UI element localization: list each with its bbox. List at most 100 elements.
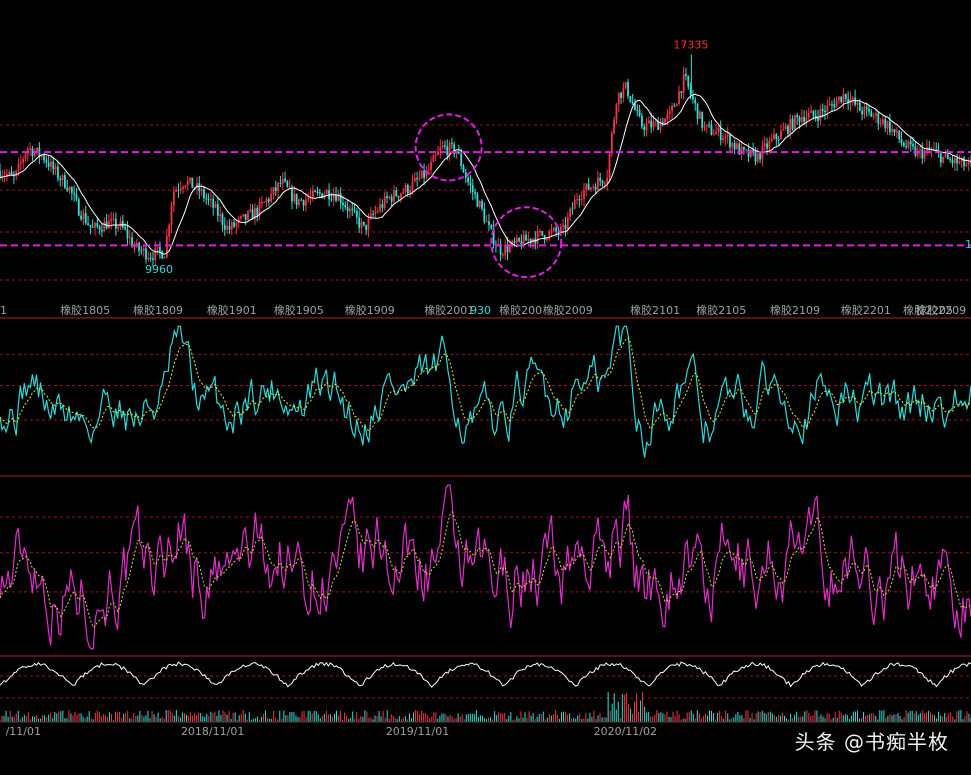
- candle-body: [780, 130, 782, 140]
- candle-body: [800, 117, 803, 122]
- candle-body: [52, 161, 55, 170]
- candle-body: [469, 182, 472, 186]
- candle-body: [773, 134, 775, 139]
- candle-body: [576, 199, 578, 201]
- candle-body: [587, 183, 590, 190]
- candle-body: [900, 139, 903, 143]
- x-axis-date-label: /11/01: [6, 725, 41, 738]
- candle-body: [821, 109, 824, 111]
- candle-body: [474, 192, 476, 195]
- candle-body: [119, 221, 122, 228]
- candle-body: [235, 223, 238, 227]
- candle-body: [508, 245, 511, 253]
- candle-body: [325, 190, 328, 194]
- candle-body: [372, 213, 375, 215]
- candle-body: [668, 111, 671, 114]
- candle-body: [536, 231, 539, 244]
- candle-body: [777, 138, 780, 140]
- candle-body: [256, 208, 259, 216]
- candle-body: [657, 121, 660, 130]
- candle-body: [223, 224, 226, 230]
- candle-body: [80, 215, 83, 220]
- candle-body: [513, 240, 516, 243]
- candle-body: [8, 171, 11, 175]
- candle-body: [362, 221, 365, 225]
- candle-body: [332, 195, 335, 200]
- candle-body: [177, 189, 180, 191]
- candle-body: [170, 205, 173, 225]
- candle-body: [694, 99, 697, 104]
- candle-body: [36, 147, 38, 152]
- candle-body: [833, 104, 836, 108]
- candle-body: [47, 162, 50, 167]
- candle-body: [22, 159, 25, 163]
- candle-body: [73, 192, 76, 195]
- candle-body: [907, 141, 910, 148]
- candle-body: [478, 201, 481, 207]
- candle-body: [824, 110, 826, 113]
- candle-body: [905, 146, 908, 148]
- candle-body: [388, 196, 391, 199]
- x-axis-date-label: 2020/11/02: [594, 725, 657, 738]
- candle-body: [868, 108, 870, 112]
- candle-body: [172, 191, 175, 206]
- candle-body: [57, 166, 59, 179]
- candle-body: [698, 111, 701, 119]
- contract-label: 橡胶2209: [916, 303, 966, 317]
- watermark: 头条 @书痴半枚: [794, 730, 949, 754]
- candle-body: [112, 218, 115, 220]
- contract-label: 橡胶1805: [60, 303, 110, 317]
- x-axis-date-label: 2019/11/01: [386, 725, 449, 738]
- candle-body: [161, 251, 164, 259]
- candle-body: [212, 199, 215, 208]
- candle-body: [10, 171, 13, 175]
- candle-body: [121, 221, 124, 227]
- candle-body: [467, 177, 470, 183]
- candle-body: [288, 186, 291, 188]
- candle-body: [504, 244, 507, 255]
- candle-body: [140, 250, 143, 252]
- candle-body: [483, 208, 486, 222]
- candle-body: [339, 193, 342, 203]
- candle-body: [226, 226, 229, 230]
- candle-body: [156, 247, 159, 249]
- candle-body: [165, 236, 168, 257]
- candle-body: [812, 110, 815, 116]
- candle-body: [406, 185, 409, 194]
- candle-body: [817, 117, 819, 121]
- candle-body: [471, 185, 474, 193]
- candle-body: [592, 186, 595, 188]
- candle-body: [606, 177, 609, 184]
- candle-body: [627, 82, 629, 97]
- candle-body: [583, 190, 585, 199]
- candle-body: [724, 136, 727, 138]
- candle-body: [485, 221, 488, 223]
- candle-body: [858, 102, 861, 111]
- candle-body: [891, 128, 894, 132]
- candle-body: [263, 201, 266, 203]
- candle-body: [803, 117, 806, 122]
- candle-body: [580, 198, 583, 200]
- candle-body: [863, 106, 866, 115]
- candle-body: [828, 104, 831, 106]
- contract-label: 橡胶1809: [133, 303, 183, 317]
- candle-body: [963, 157, 965, 167]
- candle-body: [631, 101, 634, 104]
- candle-body: [335, 195, 337, 201]
- candle-body: [163, 256, 166, 259]
- candle-body: [768, 140, 771, 149]
- candle-body: [43, 155, 45, 161]
- candle-body: [571, 208, 574, 210]
- candle-body: [949, 159, 952, 161]
- candle-body: [879, 123, 882, 125]
- candle-body: [209, 199, 212, 201]
- candle-body: [274, 187, 277, 191]
- candle-body: [696, 103, 699, 119]
- candle-body: [240, 216, 242, 219]
- candle-body: [942, 156, 945, 163]
- candle-body: [358, 217, 361, 228]
- candle-body: [951, 160, 954, 164]
- candle-body: [488, 221, 490, 225]
- candle-body: [870, 111, 873, 117]
- candle-body: [54, 166, 57, 170]
